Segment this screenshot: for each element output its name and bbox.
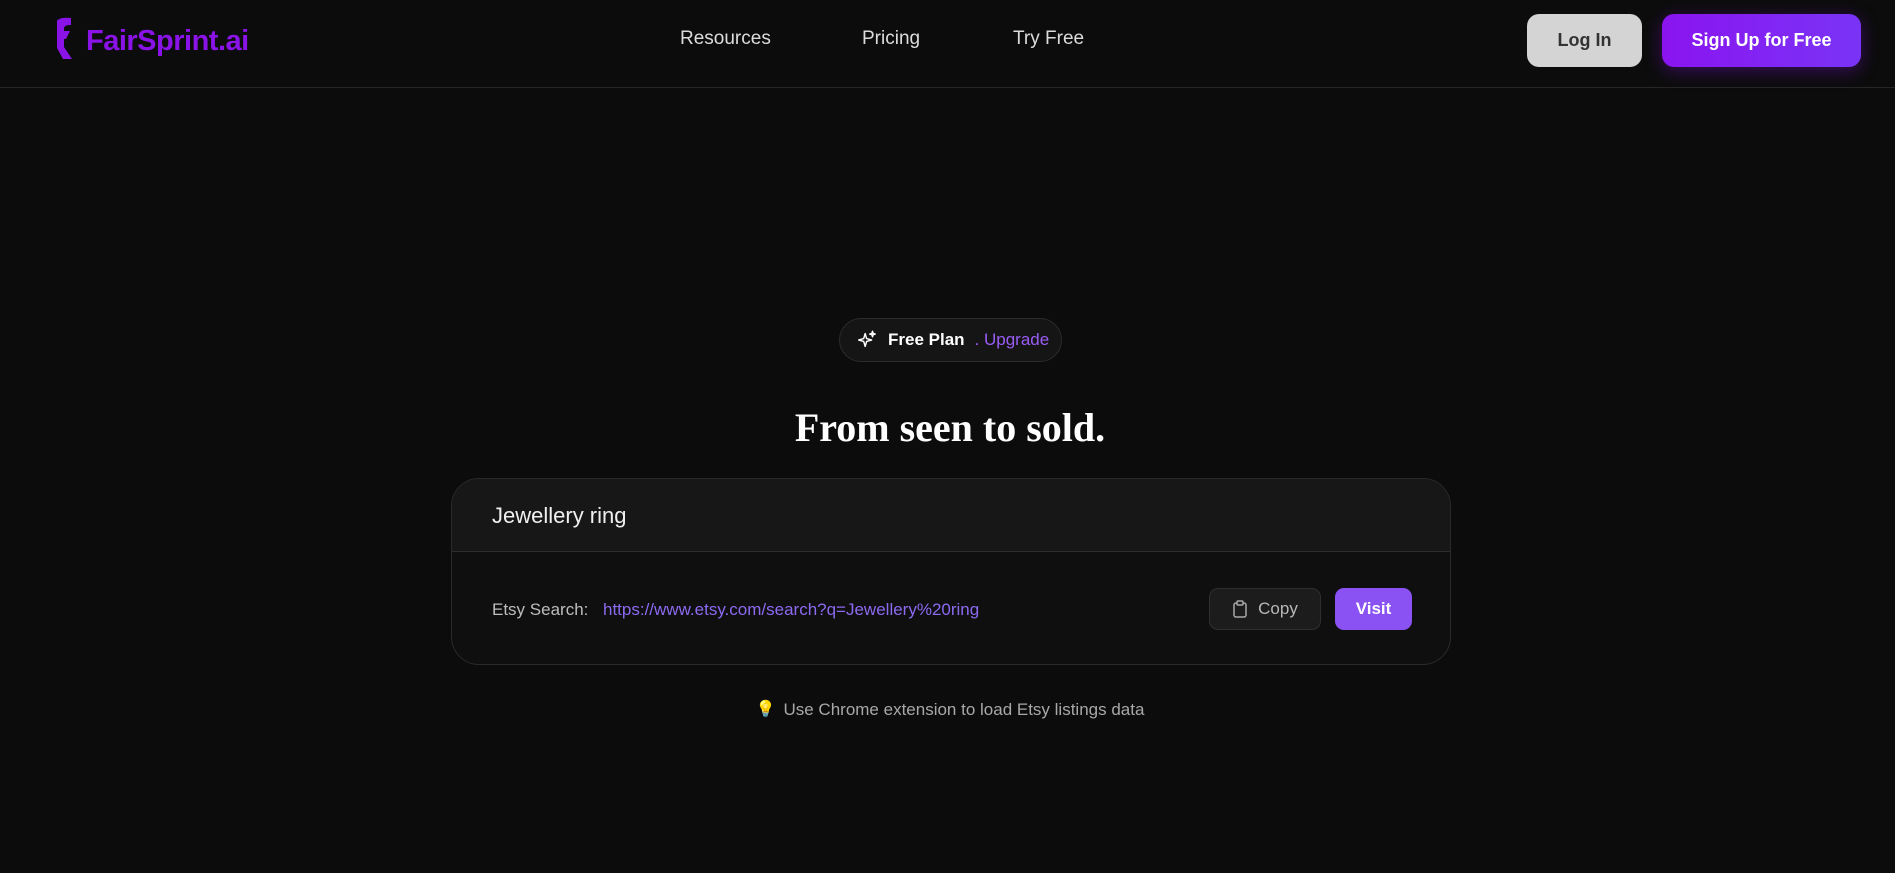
page: FairSprint.ai Resources Pricing Try Free… <box>0 0 1895 873</box>
page-headline: From seen to sold. <box>794 405 1106 450</box>
search-query-input[interactable] <box>492 497 1392 535</box>
etsy-search-url-link[interactable]: https://www.etsy.com/search?q=Jewellery%… <box>603 600 979 620</box>
signup-button[interactable]: Sign Up for Free <box>1662 14 1861 67</box>
lightbulb-icon: 💡 <box>755 701 776 718</box>
plan-badge[interactable]: Free Plan . Upgrade <box>839 318 1062 362</box>
top-header: FairSprint.ai Resources Pricing Try Free… <box>0 0 1895 88</box>
nav-pricing[interactable]: Pricing <box>862 28 920 50</box>
query-section <box>452 479 1450 552</box>
search-card: Etsy Search: https://www.etsy.com/search… <box>451 478 1451 665</box>
clipboard-icon <box>1233 600 1247 618</box>
nav-resources[interactable]: Resources <box>680 28 771 50</box>
etsy-search-label: Etsy Search: <box>492 600 589 619</box>
plan-label: Free Plan <box>888 330 965 349</box>
login-button[interactable]: Log In <box>1527 14 1642 67</box>
nav-try-free[interactable]: Try Free <box>1013 28 1084 50</box>
upgrade-link[interactable]: . Upgrade <box>975 330 1050 350</box>
visit-button[interactable]: Visit <box>1335 588 1412 630</box>
extension-hint: 💡 Use Chrome extension to load Etsy list… <box>0 700 1895 720</box>
copy-label: Copy <box>1258 599 1298 618</box>
hint-text: Use Chrome extension to load Etsy listin… <box>783 700 1145 719</box>
sparkle-icon <box>858 330 876 348</box>
copy-button[interactable]: Copy <box>1209 588 1321 630</box>
